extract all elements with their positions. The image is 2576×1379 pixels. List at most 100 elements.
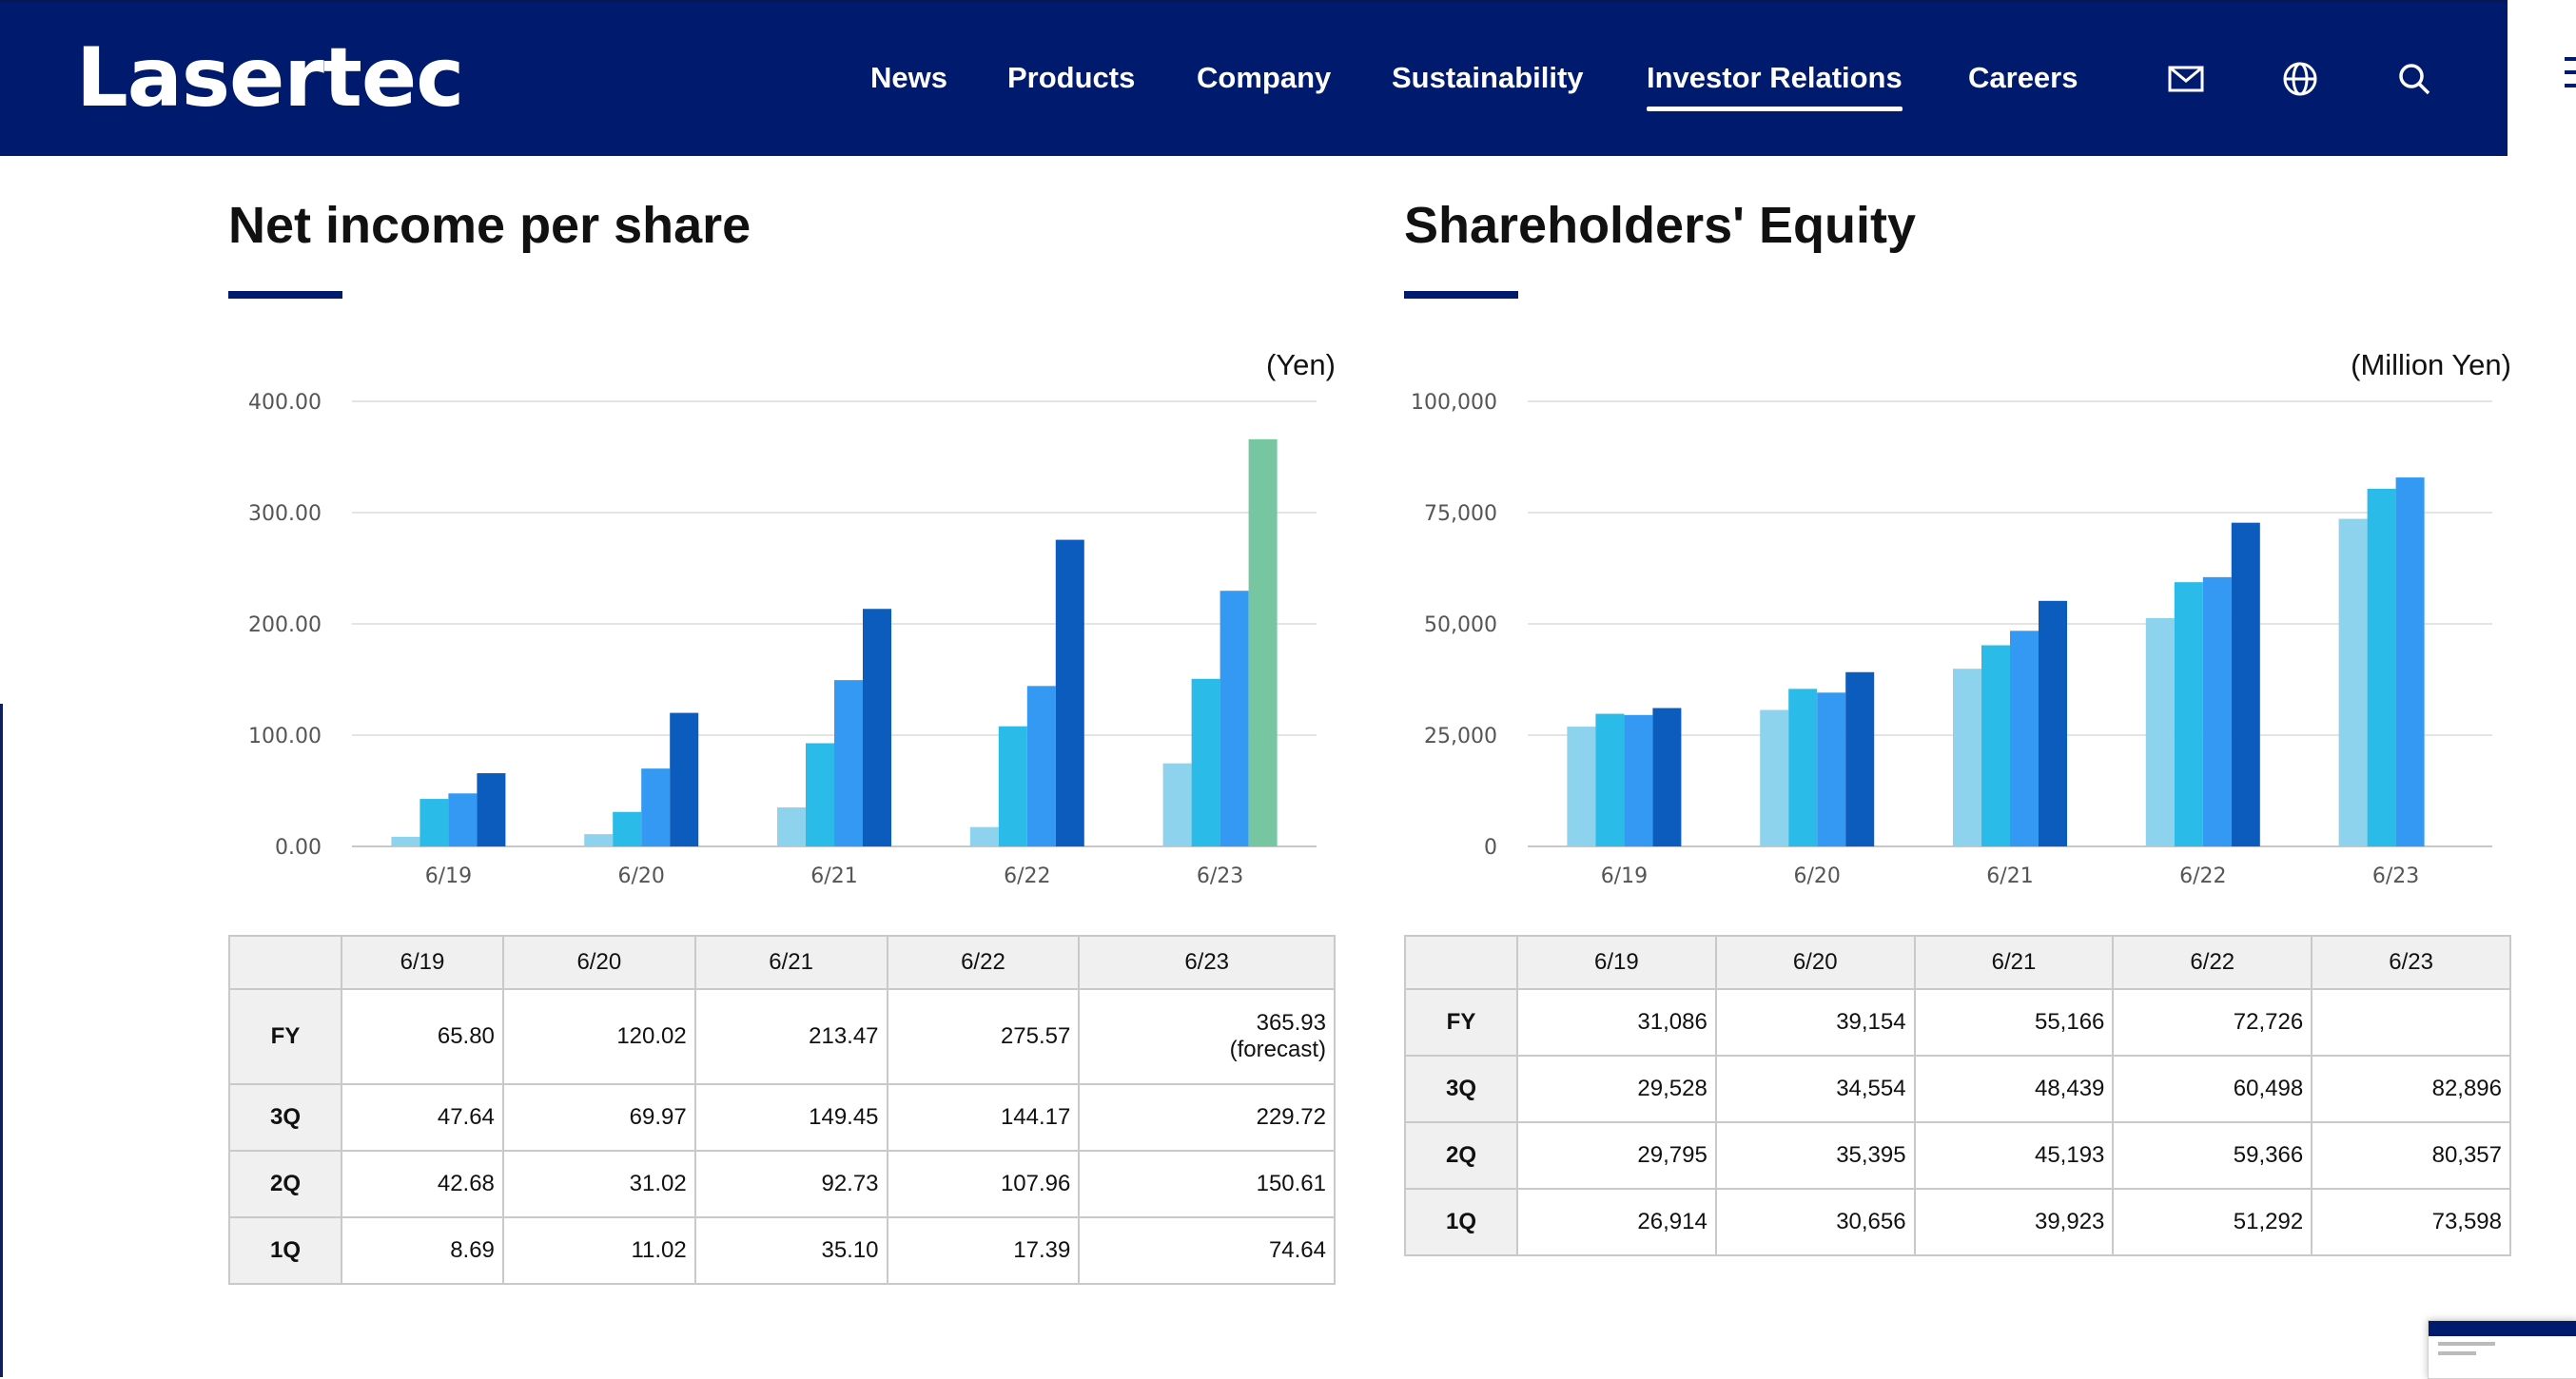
nav-investor-relations[interactable]: Investor Relations	[1647, 61, 1903, 111]
col-header: 6/20	[501, 935, 696, 990]
row-header: 1Q	[1404, 1188, 1518, 1256]
table-cell: 31.02	[501, 1150, 696, 1218]
section-title-equity: Shareholders' Equity	[1404, 197, 1916, 254]
bar	[2338, 518, 2368, 846]
bar	[1788, 689, 1818, 846]
x-tick-label: 6/22	[1004, 864, 1050, 888]
table-row: 2Q 29,795 35,395 45,193 59,366 80,357	[1404, 1121, 2511, 1190]
table-cell: 17.39	[886, 1216, 1081, 1285]
col-header: 6/22	[886, 935, 1081, 990]
table-row: FY 31,086 39,154 55,166 72,726	[1404, 988, 2511, 1057]
menu-icon[interactable]	[2565, 57, 2576, 97]
globe-icon[interactable]	[2280, 59, 2320, 99]
table-row: 3Q 47.64 69.97 149.45 144.17 229.72	[228, 1083, 1336, 1152]
x-tick-label: 6/20	[617, 864, 664, 888]
mail-icon[interactable]	[2166, 59, 2206, 99]
page-preview-thumbnail[interactable]	[2428, 1320, 2576, 1379]
table-cell: 120.02	[501, 988, 696, 1085]
bar	[1817, 692, 1846, 846]
col-header: 6/20	[1714, 935, 1916, 990]
table-cell	[2311, 988, 2511, 1057]
table-cell: 39,154	[1714, 988, 1916, 1057]
bar	[1845, 671, 1875, 846]
table-cell: 73,598	[2311, 1188, 2511, 1256]
equity-bar-chart: 0 25,000 50,000 75,000 100,000 6/19 6/20 6/21 6/…	[1411, 391, 2492, 888]
bar	[1220, 591, 1249, 846]
title-underline	[1404, 291, 1518, 299]
unit-label-eps: (Yen)	[1266, 348, 1336, 381]
table-row: 1Q 26,914 30,656 39,923 51,292 73,598	[1404, 1188, 2511, 1256]
table-cell: 31,086	[1516, 988, 1717, 1057]
table-cell: 29,795	[1516, 1121, 1717, 1190]
table-cell: 229.72	[1078, 1083, 1336, 1152]
bar-forecast	[1248, 438, 1278, 846]
table-cell: 275.57	[886, 988, 1081, 1085]
table-cell: 45,193	[1913, 1121, 2115, 1190]
bar	[1026, 686, 1056, 846]
row-header: 1Q	[228, 1216, 342, 1285]
table-cell: 149.45	[693, 1083, 888, 1152]
bar	[477, 773, 506, 846]
x-tick-label: 6/21	[1986, 864, 2033, 888]
eps-bar-chart: 0.00 100.00 200.00 300.00 400.00 6/19 6/20 6/21…	[248, 391, 1317, 888]
table-cell: 47.64	[341, 1083, 504, 1152]
x-tick-label: 6/20	[1793, 864, 1840, 888]
bar	[1162, 763, 1192, 846]
lasertec-logo[interactable]: Lasertec	[76, 30, 464, 126]
table-cell: 35,395	[1714, 1121, 1916, 1190]
section-title-eps: Net income per share	[228, 197, 751, 254]
nav-sustainability[interactable]: Sustainability	[1392, 61, 1584, 95]
table-cell: 42.68	[341, 1150, 504, 1218]
bar	[1953, 669, 1981, 846]
bar	[391, 836, 420, 846]
thumbnail-header	[2429, 1321, 2576, 1336]
x-tick-label: 6/23	[2372, 864, 2419, 888]
table-cell: 48,439	[1913, 1055, 2115, 1123]
table-cell: 59,366	[2112, 1121, 2313, 1190]
bar	[2231, 522, 2260, 846]
y-tick-label: 0.00	[275, 836, 322, 860]
bar	[2010, 631, 2039, 846]
table-cell: 213.47	[693, 988, 888, 1085]
nav-careers[interactable]: Careers	[1968, 61, 2078, 95]
table-cell: 92.73	[693, 1150, 888, 1218]
table-cell: 72,726	[2112, 988, 2313, 1057]
x-tick-label: 6/19	[425, 864, 472, 888]
bar	[1981, 645, 2010, 846]
x-tick-label: 6/21	[810, 864, 857, 888]
equity-table: 6/19 6/20 6/21 6/22 6/23 FY 31,086 39,15…	[1404, 935, 2511, 1256]
bar	[584, 834, 614, 846]
bar	[1624, 714, 1653, 846]
col-header: 6/19	[341, 935, 504, 990]
bar	[2395, 477, 2425, 846]
col-header: 6/19	[1516, 935, 1717, 990]
nav-company[interactable]: Company	[1197, 61, 1331, 95]
thumbnail-line	[2438, 1342, 2495, 1346]
nav-news[interactable]: News	[870, 61, 947, 95]
y-tick-label: 0	[1484, 836, 1497, 860]
page-edge	[0, 704, 3, 1377]
bar	[420, 799, 449, 846]
col-header: 6/23	[1078, 935, 1336, 990]
y-tick-label: 300.00	[248, 502, 322, 526]
bar	[2202, 576, 2232, 846]
table-cell: 34,554	[1714, 1055, 1916, 1123]
table-cell: 65.80	[341, 988, 504, 1085]
bar	[2039, 600, 2067, 846]
unit-label-equity: (Million Yen)	[2351, 348, 2511, 381]
table-row: 3Q 29,528 34,554 48,439 60,498 82,896	[1404, 1055, 2511, 1123]
search-icon[interactable]	[2394, 59, 2434, 99]
table-cell: 29,528	[1516, 1055, 1717, 1123]
x-tick-label: 6/19	[1601, 864, 1648, 888]
table-cell: 39,923	[1913, 1188, 2115, 1256]
nav-products[interactable]: Products	[1007, 61, 1135, 95]
y-tick-label: 50,000	[1424, 613, 1497, 637]
table-cell: 107.96	[886, 1150, 1081, 1218]
bar	[834, 680, 863, 846]
table-cell: 60,498	[2112, 1055, 2313, 1123]
table-corner	[1404, 935, 1518, 990]
bar	[969, 826, 999, 846]
bar	[641, 768, 671, 846]
col-header: 6/21	[693, 935, 888, 990]
table-cell: 30,656	[1714, 1188, 1916, 1256]
